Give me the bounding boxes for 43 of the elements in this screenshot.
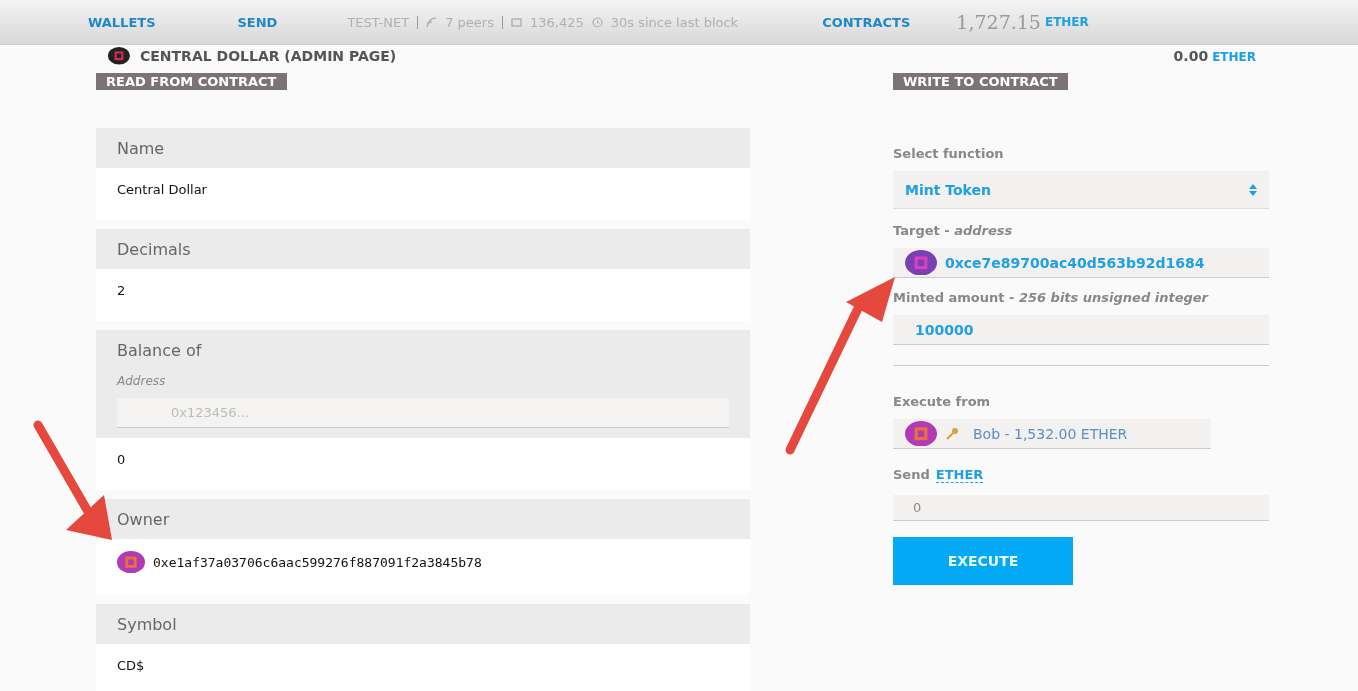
function-select[interactable]: Mint Token [893, 171, 1269, 209]
result-value: 0 [117, 451, 126, 467]
amount-field[interactable]: 100000 [893, 315, 1269, 345]
network-label: TEST-NET [347, 14, 410, 30]
field-label: Select function [893, 146, 1005, 161]
result-value: 2 [117, 282, 126, 298]
function-name: Name [117, 139, 165, 158]
nav-link[interactable]: SEND [237, 14, 278, 30]
result-value: Central Dollar [117, 181, 207, 197]
clock-icon [591, 16, 603, 28]
key-icon [945, 426, 959, 441]
contract-identicon [108, 47, 130, 65]
address-identicon [117, 551, 145, 574]
account-identicon [905, 420, 937, 447]
result-value: CD$ [117, 657, 145, 673]
contract-balance: 0.00 [1173, 48, 1209, 64]
send-amount-field[interactable]: 0 [893, 495, 1269, 521]
updown-caret-icon [1249, 183, 1257, 196]
balance-unit: ETHER [1044, 15, 1089, 29]
function-name: Decimals [117, 240, 191, 259]
balance-unit: ETHER [1212, 50, 1256, 64]
field-label: Minted amount - 256 bits unsigned integer [893, 290, 1210, 305]
field-label: Execute from [893, 394, 992, 409]
field-label: Send [893, 467, 930, 483]
unit-link[interactable]: ETHER [935, 467, 984, 483]
section-heading: WRITE TO CONTRACT [893, 73, 1068, 90]
field-label: Target - address [893, 223, 1014, 238]
nav-link[interactable]: WALLETS [88, 14, 156, 30]
block-number: 136,425 [529, 14, 584, 30]
parameter-label: Address [117, 374, 167, 388]
address-identicon [905, 249, 937, 276]
nav-link[interactable]: CONTRACTS [822, 14, 911, 30]
address-field[interactable]: 0xce7e89700ac40d563b92d1684 [893, 248, 1269, 278]
address-input-field[interactable]: 0x123456... [117, 398, 729, 428]
contract-title: CENTRAL DOLLAR (ADMIN PAGE) [140, 48, 397, 64]
owner-address: 0xe1af37a03706c6aac599276f887091f2a3845b78 [153, 554, 482, 570]
function-name: Balance of [117, 341, 202, 360]
function-name: Symbol [117, 615, 177, 635]
section-heading: READ FROM CONTRACT [96, 73, 287, 90]
function-name: Owner [117, 510, 170, 529]
account-select[interactable]: Bob - 1,532.00 ETHER [893, 419, 1211, 449]
total-balance: 1,727.15 [956, 11, 1041, 33]
execute-button[interactable]: EXECUTE [893, 537, 1073, 585]
